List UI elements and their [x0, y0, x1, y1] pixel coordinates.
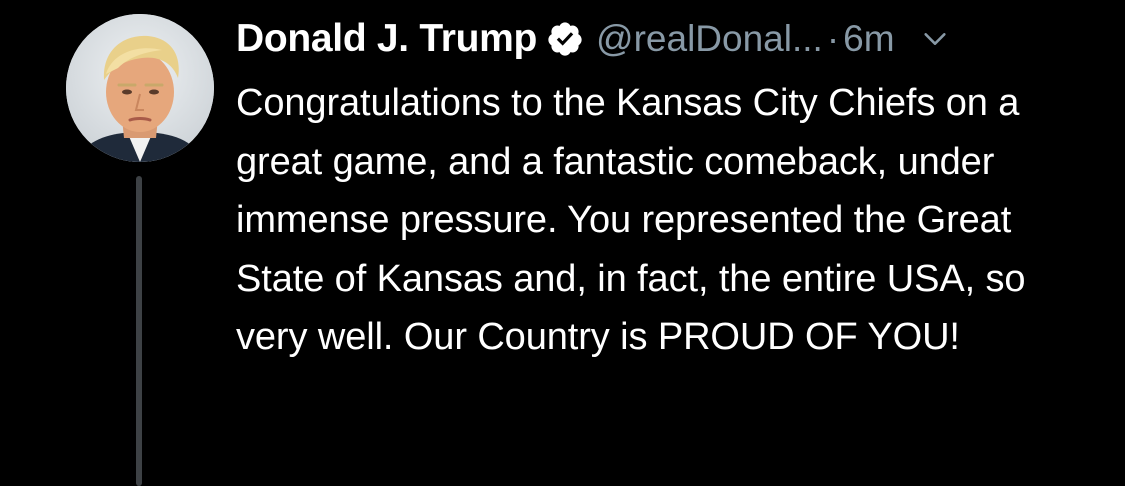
thread-line	[136, 176, 142, 486]
tweet-content: Donald J. Trump @realDonal... · 6m Congr…	[236, 14, 1096, 367]
chevron-down-icon[interactable]	[921, 25, 949, 53]
timestamp[interactable]: 6m	[843, 18, 894, 60]
avatar-column	[66, 14, 214, 486]
separator-dot: ·	[826, 18, 840, 59]
tweet-header: Donald J. Trump @realDonal... · 6m	[236, 14, 1096, 64]
verified-badge-icon	[546, 20, 584, 58]
tweet[interactable]: Donald J. Trump @realDonal... · 6m Congr…	[0, 0, 1125, 486]
avatar[interactable]	[66, 14, 214, 162]
avatar-image	[66, 14, 214, 162]
tweet-text: Congratulations to the Kansas City Chief…	[236, 82, 1026, 358]
handle[interactable]: @realDonal...	[596, 18, 823, 60]
display-name[interactable]: Donald J. Trump	[236, 17, 537, 61]
